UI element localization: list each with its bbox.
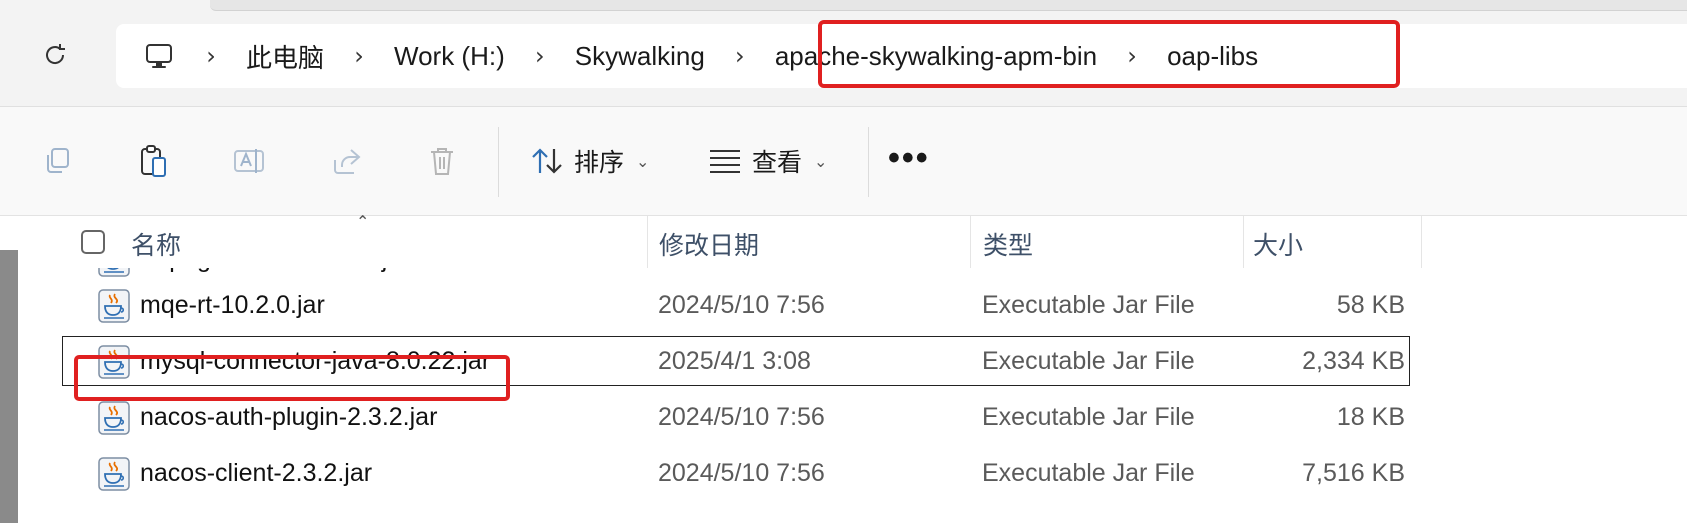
file-name[interactable]: nacos-auth-plugin-2.3.2.jar — [140, 403, 437, 432]
file-size: 7,516 KB — [1302, 459, 1405, 487]
file-name[interactable]: nacos-client-2.3.2.jar — [140, 459, 372, 488]
share-icon — [334, 149, 361, 174]
refresh-icon — [46, 44, 65, 64]
file-type: Executable Jar File — [982, 459, 1195, 487]
java-jar-file-icon — [98, 401, 130, 435]
chevron-right-icon: › — [354, 42, 364, 70]
sort-icon — [532, 148, 562, 174]
column-header-date[interactable]: 修改日期 — [659, 226, 759, 262]
column-header-type[interactable]: 类型 — [983, 226, 1033, 262]
address-bar-region: › 此电脑 › Work (H:) › Skywalking › apache-… — [0, 0, 1687, 107]
view-menu-button[interactable]: 查看 ⌄ — [708, 137, 827, 185]
column-divider[interactable] — [1243, 216, 1244, 268]
copy-button[interactable] — [34, 139, 82, 183]
file-size: 18 KB — [1336, 403, 1405, 431]
chevron-down-icon: ⌄ — [636, 151, 650, 171]
chevron-right-icon: › — [735, 42, 745, 70]
delete-icon — [431, 148, 453, 175]
select-all-checkbox[interactable] — [81, 230, 105, 254]
breadcrumb-this-pc[interactable]: 此电脑 — [246, 38, 324, 75]
copy-icon — [47, 148, 69, 173]
paste-button[interactable] — [130, 139, 178, 183]
view-label: 查看 — [752, 149, 803, 177]
file-modified-date: 2024/5/10 7:56 — [658, 291, 825, 319]
column-divider[interactable] — [647, 216, 648, 268]
more-options-button[interactable]: ••• — [888, 141, 930, 175]
file-row[interactable]: nacos-client-2.3.2.jar 2024/5/10 7:56 Exec… — [0, 446, 1687, 502]
tab-strip — [210, 0, 1687, 11]
column-header-row: ⌃ 名称 修改日期 类型 大小 — [0, 212, 1687, 268]
path-highlight-annotation — [818, 20, 1400, 88]
file-type: Executable Jar File — [982, 347, 1195, 375]
column-header-name[interactable]: 名称 — [131, 226, 181, 262]
file-size: 2,334 KB — [1302, 347, 1405, 375]
computer-icon[interactable] — [142, 39, 176, 73]
sort-ascending-icon: ⌃ — [356, 212, 370, 231]
column-divider[interactable] — [1421, 216, 1422, 268]
file-size: 58 KB — [1336, 291, 1405, 319]
chevron-down-icon: ⌄ — [814, 151, 828, 171]
breadcrumb-work-drive[interactable]: Work (H:) — [394, 41, 505, 72]
paste-icon — [141, 145, 166, 177]
column-header-size[interactable]: 大小 — [1253, 226, 1303, 262]
breadcrumb-skywalking[interactable]: Skywalking — [575, 41, 705, 72]
sort-menu-button[interactable]: 排序 ⌄ — [530, 137, 649, 185]
toolbar-divider — [868, 127, 869, 197]
refresh-button[interactable] — [36, 36, 74, 74]
column-divider[interactable] — [970, 216, 971, 268]
java-jar-file-icon — [98, 289, 130, 323]
share-button[interactable] — [323, 139, 371, 183]
command-toolbar: 排序 ⌄ 查看 ⌄ ••• — [0, 107, 1687, 216]
rename-button[interactable] — [226, 139, 274, 183]
chevron-right-icon: › — [534, 42, 545, 70]
delete-button[interactable] — [418, 139, 466, 183]
file-name[interactable]: mqe-rt-10.2.0.jar — [140, 291, 325, 320]
file-highlight-annotation — [74, 355, 510, 401]
file-modified-date: 2025/4/1 3:08 — [658, 347, 811, 375]
sort-label: 排序 — [574, 149, 625, 177]
view-icon — [710, 150, 740, 173]
rename-icon — [234, 149, 264, 173]
chevron-right-icon: › — [206, 42, 216, 70]
toolbar-divider — [498, 127, 499, 197]
file-type: Executable Jar File — [982, 403, 1195, 431]
file-row[interactable]: mqe-rt-10.2.0.jar 2024/5/10 7:56 Executabl… — [0, 278, 1687, 334]
java-jar-file-icon — [98, 457, 130, 491]
file-modified-date: 2024/5/10 7:56 — [658, 403, 825, 431]
file-modified-date: 2024/5/10 7:56 — [658, 459, 825, 487]
file-type: Executable Jar File — [982, 291, 1195, 319]
